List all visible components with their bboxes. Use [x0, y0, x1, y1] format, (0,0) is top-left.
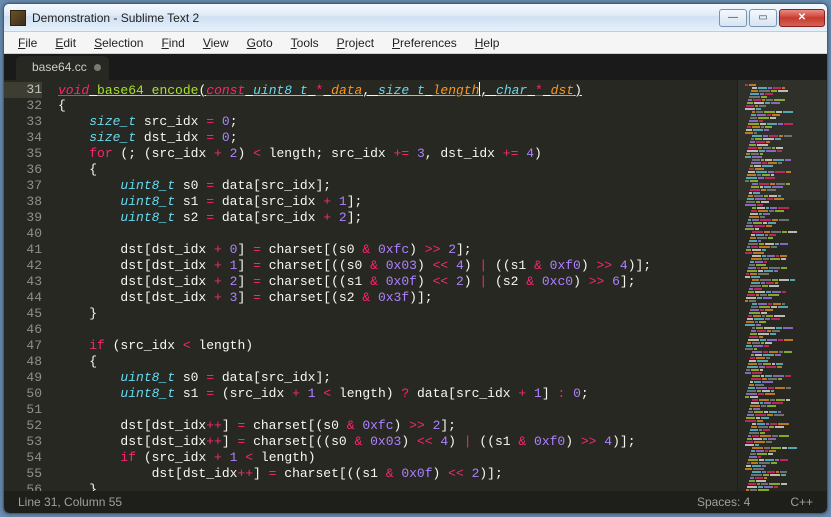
app-window: Demonstration - Sublime Text 2 — ▭ ✕ Fil… — [3, 3, 828, 514]
tabbar: base64.cc — [4, 54, 827, 80]
code-line[interactable]: uint8_t s1 = data[src_idx + 1]; — [58, 194, 737, 210]
code-editor[interactable]: void base64_encode(const uint8_t * data,… — [52, 80, 737, 491]
code-line[interactable]: void base64_encode(const uint8_t * data,… — [58, 82, 737, 98]
window-controls: — ▭ ✕ — [719, 9, 825, 27]
line-number[interactable]: 35 — [4, 146, 42, 162]
menu-find[interactable]: Find — [153, 34, 192, 52]
line-number[interactable]: 52 — [4, 418, 42, 434]
status-line-col[interactable]: Line 31, Column 55 — [18, 495, 122, 509]
status-spaces[interactable]: Spaces: 4 — [697, 495, 750, 509]
line-number[interactable]: 49 — [4, 370, 42, 386]
menu-edit[interactable]: Edit — [47, 34, 84, 52]
menubar: FileEditSelectionFindViewGotoToolsProjec… — [4, 32, 827, 54]
minimize-button[interactable]: — — [719, 9, 747, 27]
code-line[interactable]: dst[dst_idx + 3] = charset[(s2 & 0x3f)]; — [58, 290, 737, 306]
statusbar: Line 31, Column 55 Spaces: 4 C++ — [4, 491, 827, 513]
minimap[interactable] — [737, 80, 827, 491]
code-line[interactable]: size_t dst_idx = 0; — [58, 130, 737, 146]
line-number[interactable]: 44 — [4, 290, 42, 306]
code-line[interactable]: } — [58, 306, 737, 322]
line-number[interactable]: 46 — [4, 322, 42, 338]
line-number[interactable]: 38 — [4, 194, 42, 210]
minimap-viewport[interactable] — [738, 80, 826, 200]
line-number[interactable]: 56 — [4, 482, 42, 491]
line-number[interactable]: 34 — [4, 130, 42, 146]
line-number[interactable]: 41 — [4, 242, 42, 258]
code-line[interactable]: size_t src_idx = 0; — [58, 114, 737, 130]
code-line[interactable]: if (src_idx + 1 < length) — [58, 450, 737, 466]
close-button[interactable]: ✕ — [779, 9, 825, 27]
code-line[interactable]: uint8_t s0 = data[src_idx]; — [58, 178, 737, 194]
menu-project[interactable]: Project — [329, 34, 382, 52]
line-gutter[interactable]: 3132333435363738394041424344454647484950… — [4, 80, 52, 491]
code-line[interactable]: } — [58, 482, 737, 491]
menu-help[interactable]: Help — [467, 34, 508, 52]
menu-goto[interactable]: Goto — [239, 34, 281, 52]
line-number[interactable]: 36 — [4, 162, 42, 178]
line-number[interactable]: 48 — [4, 354, 42, 370]
code-line[interactable]: dst[dst_idx + 1] = charset[((s0 & 0x03) … — [58, 258, 737, 274]
code-line[interactable]: uint8_t s2 = data[src_idx + 2]; — [58, 210, 737, 226]
line-number[interactable]: 51 — [4, 402, 42, 418]
status-language[interactable]: C++ — [790, 495, 813, 509]
line-number[interactable]: 37 — [4, 178, 42, 194]
line-number[interactable]: 40 — [4, 226, 42, 242]
code-line[interactable]: { — [58, 98, 737, 114]
menu-selection[interactable]: Selection — [86, 34, 151, 52]
modified-dot-icon — [94, 64, 101, 71]
line-number[interactable]: 39 — [4, 210, 42, 226]
line-number[interactable]: 47 — [4, 338, 42, 354]
code-line[interactable] — [58, 402, 737, 418]
menu-tools[interactable]: Tools — [283, 34, 327, 52]
code-line[interactable]: uint8_t s0 = data[src_idx]; — [58, 370, 737, 386]
editor-area: 3132333435363738394041424344454647484950… — [4, 80, 827, 491]
line-number[interactable]: 45 — [4, 306, 42, 322]
code-line[interactable]: dst[dst_idx + 2] = charset[((s1 & 0x0f) … — [58, 274, 737, 290]
line-number[interactable]: 42 — [4, 258, 42, 274]
maximize-button[interactable]: ▭ — [749, 9, 777, 27]
code-line[interactable] — [58, 322, 737, 338]
code-line[interactable]: if (src_idx < length) — [58, 338, 737, 354]
line-number[interactable]: 53 — [4, 434, 42, 450]
line-number[interactable]: 43 — [4, 274, 42, 290]
code-line[interactable]: { — [58, 162, 737, 178]
code-line[interactable]: dst[dst_idx++] = charset[(s0 & 0xfc) >> … — [58, 418, 737, 434]
code-line[interactable]: dst[dst_idx++] = charset[((s1 & 0x0f) <<… — [58, 466, 737, 482]
window-title: Demonstration - Sublime Text 2 — [32, 11, 719, 25]
code-line[interactable]: uint8_t s1 = (src_idx + 1 < length) ? da… — [58, 386, 737, 402]
line-number[interactable]: 55 — [4, 466, 42, 482]
titlebar[interactable]: Demonstration - Sublime Text 2 — ▭ ✕ — [4, 4, 827, 32]
line-number[interactable]: 50 — [4, 386, 42, 402]
line-number[interactable]: 32 — [4, 98, 42, 114]
menu-view[interactable]: View — [195, 34, 237, 52]
code-line[interactable]: for (; (src_idx + 2) < length; src_idx +… — [58, 146, 737, 162]
line-number[interactable]: 31 — [4, 82, 42, 98]
tab-base64cc[interactable]: base64.cc — [16, 56, 109, 80]
line-number[interactable]: 54 — [4, 450, 42, 466]
app-icon — [10, 10, 26, 26]
code-line[interactable] — [58, 226, 737, 242]
line-number[interactable]: 33 — [4, 114, 42, 130]
menu-file[interactable]: File — [10, 34, 45, 52]
code-line[interactable]: dst[dst_idx + 0] = charset[(s0 & 0xfc) >… — [58, 242, 737, 258]
code-line[interactable]: { — [58, 354, 737, 370]
menu-preferences[interactable]: Preferences — [384, 34, 465, 52]
tab-label: base64.cc — [32, 60, 87, 74]
code-line[interactable]: dst[dst_idx++] = charset[((s0 & 0x03) <<… — [58, 434, 737, 450]
